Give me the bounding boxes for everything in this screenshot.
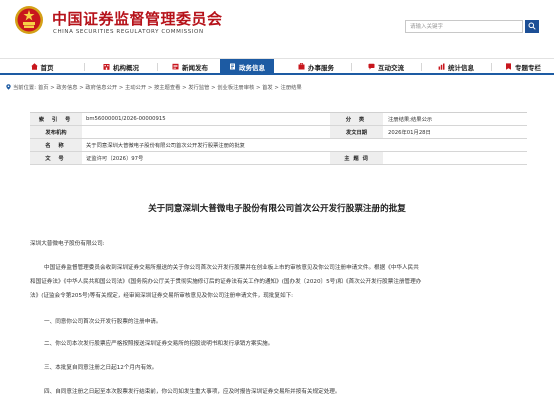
service-icon (298, 63, 305, 70)
nav-item-label: 办事服务 (308, 63, 334, 72)
nav-divider (351, 63, 352, 71)
nav-item-statistics[interactable]: 统计信息 (427, 59, 485, 74)
document-icon (230, 63, 235, 70)
search-button[interactable] (525, 20, 539, 33)
nav-divider (84, 63, 85, 71)
site-title: 中国证券监督管理委员会 (52, 10, 223, 28)
issuer-value (82, 126, 330, 138)
index-label: 索 引 号 (30, 113, 82, 125)
date-label: 发文日期 (330, 126, 383, 138)
nav-item-label: 统计信息 (448, 63, 474, 72)
nav-item-label: 互动交流 (378, 63, 404, 72)
doc-number-label: 文 号 (30, 152, 82, 164)
issuer-label: 发布机构 (30, 126, 82, 138)
nav-divider (421, 63, 422, 71)
nav-item-special-topics[interactable]: 专题专栏 (496, 59, 550, 74)
main-nav: 首页 机构概况 新闻发布 政务信息 办事服务 互动交流 统计信息 专题专栏 (0, 58, 554, 75)
nav-item-label: 专题专栏 (515, 63, 541, 72)
article-title: 关于同意深圳大普微电子股份有限公司首次公开发行股票注册的批复 (148, 204, 406, 214)
topic-label: 主 题 词 (330, 152, 383, 164)
article-paragraph-line: 中国证券监督管理委员会收到深圳证券交易所报送的关于你公司首次公开发行股票并在创业… (44, 265, 419, 271)
doc-number-value: 证监许可〔2026〕97号 (86, 156, 144, 162)
breadcrumb-path[interactable]: 首页 > 政务信息 > 政府信息公开 > 主动公开 > 按主题查看 > 发行监管… (38, 83, 302, 91)
national-emblem-icon[interactable] (14, 5, 44, 35)
article-item-3: 三、本批复自同意注册之日起12个月内有效。 (44, 365, 158, 371)
category-label: 分 类 (330, 113, 383, 125)
nav-item-home[interactable]: 首页 (18, 59, 66, 74)
article-item-4: 四、自同意注册之日起至本次股票发行结束前，你公司如发生重大事项，应及时报告深圳证… (44, 389, 341, 395)
nav-item-institution[interactable]: 机构概况 (92, 59, 150, 74)
category-value: 注册结果;结果公示 (388, 117, 433, 123)
search-icon (528, 22, 536, 30)
article-salutation: 深圳大普微电子股份有限公司: (30, 241, 105, 247)
home-icon (30, 63, 38, 70)
name-label: 名 称 (30, 139, 82, 151)
name-value: 关于同意深圳大普微电子股份有限公司首次公开发行股票注册的批复 (86, 143, 245, 149)
nav-item-interaction[interactable]: 互动交流 (357, 59, 415, 74)
index-value: bm56000001/2026-00000915 (86, 116, 166, 122)
table-row: 名 称 关于同意深圳大普微电子股份有限公司首次公开发行股票注册的批复 (30, 139, 527, 152)
nav-item-label: 新闻发布 (182, 63, 208, 72)
site-header: 中国证券监督管理委员会 CHINA SECURITIES REGULATORY … (0, 0, 554, 52)
article-paragraph-line: 法》(证监会令第205号)等有关规定，经审阅深圳证券交易所审核意见及你公司注册申… (30, 293, 294, 299)
table-row: 文 号 证监许可〔2026〕97号 主 题 词 (30, 152, 527, 165)
nav-item-services[interactable]: 办事服务 (287, 59, 345, 74)
document-info-table: 索 引 号 bm56000001/2026-00000915 分 类 注册结果;… (30, 112, 527, 165)
article-paragraph-line: 和国证券法》《中华人民共和国公司法》《国务院办公厅关于贯彻实施修订后的证券法有关… (30, 279, 422, 285)
site-title-en: CHINA SECURITIES REGULATORY COMMISSION (53, 29, 204, 35)
breadcrumb: 当前位置: 首页 > 政务信息 > 政府信息公开 > 主动公开 > 按主题查看 … (6, 83, 302, 91)
nav-item-label: 机构概况 (113, 63, 139, 72)
article-item-1: 一、同意你公司首次公开发行股票的注册申请。 (44, 319, 162, 325)
breadcrumb-prefix: 当前位置: (13, 85, 36, 91)
nav-divider (157, 63, 158, 71)
nav-divider (491, 63, 492, 71)
bookmark-icon (506, 63, 511, 70)
table-row: 发布机构 发文日期 2026年01月28日 (30, 126, 527, 139)
topic-value (383, 152, 527, 164)
nav-item-government-info[interactable]: 政务信息 (220, 59, 274, 74)
search-input[interactable]: 请输入关键字 (405, 20, 523, 33)
location-pin-icon (6, 84, 11, 90)
building-icon (103, 64, 110, 70)
chart-icon (438, 63, 445, 70)
nav-item-label: 首页 (40, 63, 54, 72)
news-icon (172, 63, 179, 70)
date-value: 2026年01月28日 (388, 130, 431, 136)
nav-item-label: 政务信息 (239, 63, 265, 72)
table-row: 索 引 号 bm56000001/2026-00000915 分 类 注册结果;… (30, 113, 527, 126)
article-item-2: 二、你公司本次发行股票应严格按照报送深圳证券交易所的招股说明书和发行承销方案实施… (44, 341, 274, 347)
chat-icon (368, 63, 375, 70)
nav-item-news[interactable]: 新闻发布 (162, 59, 218, 74)
